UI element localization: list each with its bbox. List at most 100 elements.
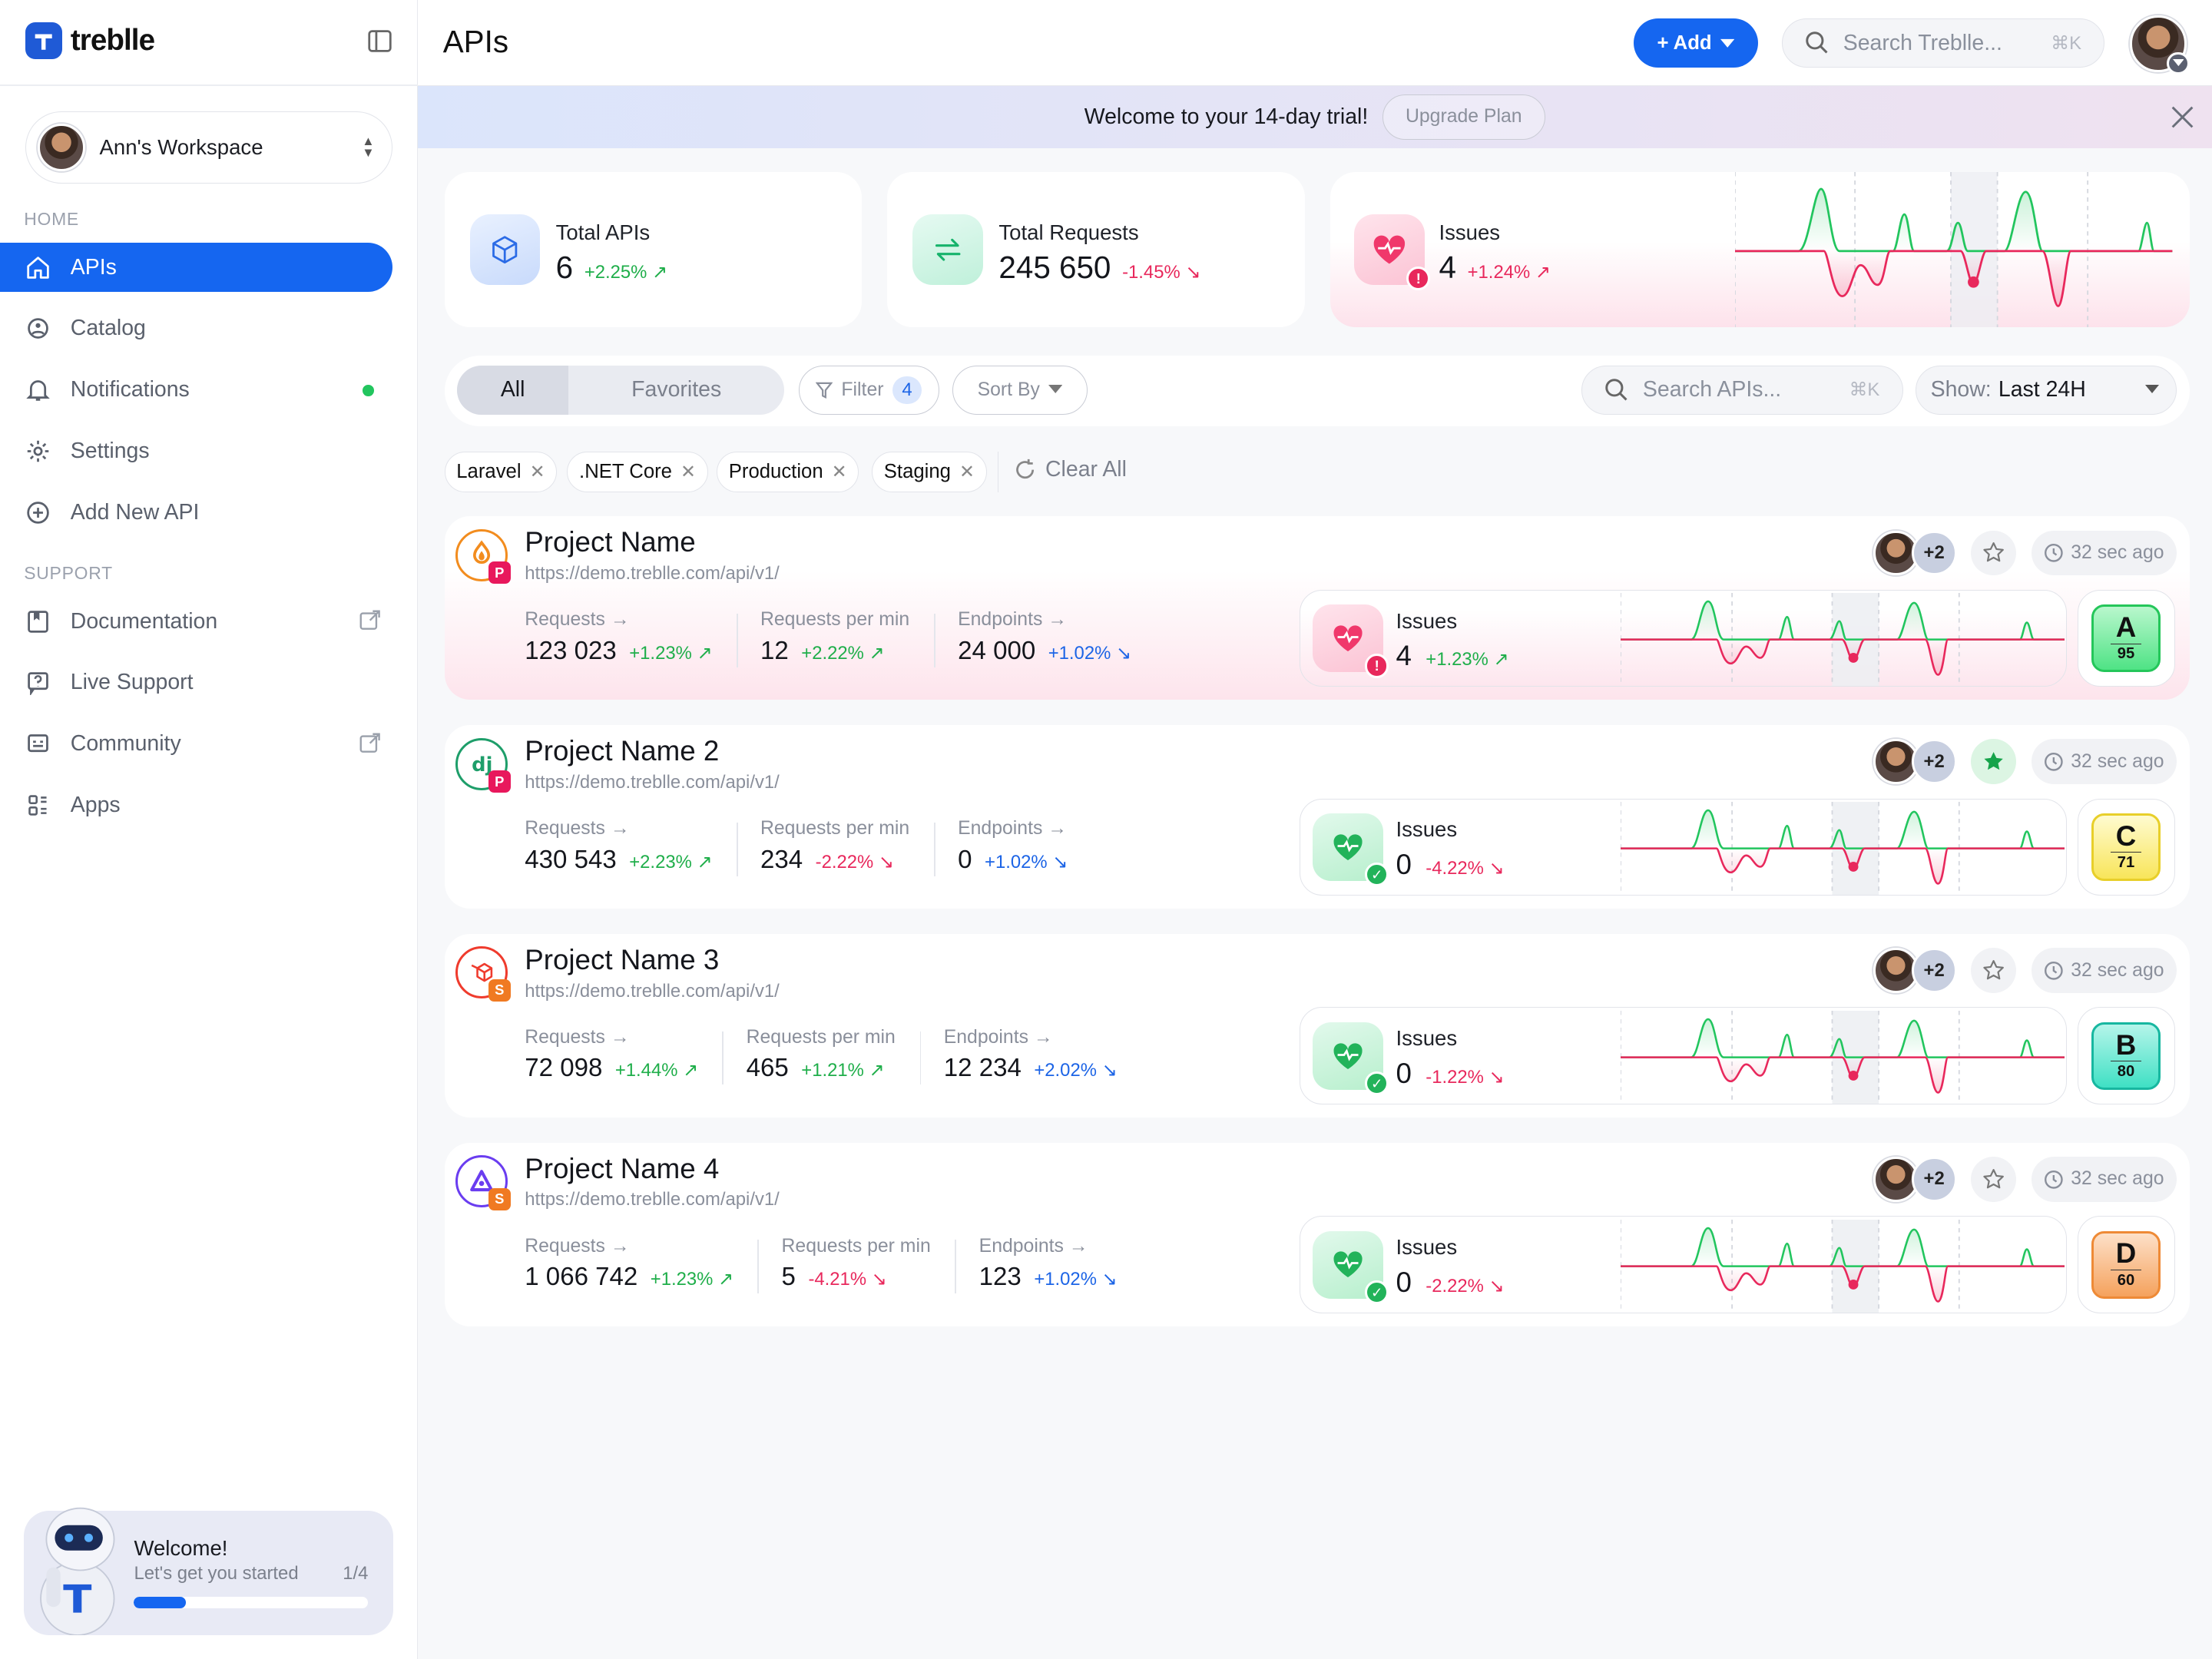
metric-label: Requests per min <box>760 609 910 631</box>
section-title-support: SUPPORT <box>24 562 113 583</box>
filter-tag[interactable]: .NET Core ✕ <box>567 451 708 492</box>
metric-endpoints[interactable]: Endpoints → 123 +1.02% ↘ <box>979 1236 1118 1292</box>
issues-sparkline <box>1620 1219 2065 1313</box>
issues-delta: -1.22% ↘ <box>1426 1066 1505 1088</box>
collaborators[interactable]: +2 <box>1873 739 1957 785</box>
metric-divider <box>736 822 738 876</box>
time-range-select[interactable]: Show: Last 24H <box>1916 365 2177 415</box>
metric-value: 123 <box>979 1263 1022 1292</box>
close-icon[interactable] <box>2170 104 2195 130</box>
filter-tag[interactable]: Staging ✕ <box>872 451 987 492</box>
chevron-updown-icon: ▲ ▼ <box>362 134 375 160</box>
metric-label: Requests → <box>525 818 630 839</box>
api-project-card[interactable]: P Project Name https://demo.treblle.com/… <box>444 516 2190 700</box>
sidebar-item-notifications[interactable]: Notifications <box>0 366 392 415</box>
metric-delta: +1.21% ↗ <box>801 1060 885 1081</box>
issues-panel[interactable]: ! Issues 4 +1.23% ↗ <box>1299 589 2067 687</box>
metric-delta: +2.22% ↗ <box>801 642 885 664</box>
metric-endpoints[interactable]: Endpoints → 24 000 +1.02% ↘ <box>958 609 1131 665</box>
metric-endpoints[interactable]: Endpoints → 0 +1.02% ↘ <box>958 818 1068 874</box>
issues-delta: +1.23% ↗ <box>1426 649 1509 671</box>
sidebar-item-live-support[interactable]: Live Support <box>0 658 392 707</box>
onboarding-card[interactable]: Welcome! Let's get you started 1/4 <box>24 1507 394 1635</box>
clock-icon <box>2045 544 2064 562</box>
project-name[interactable]: Project Name 4 <box>525 1153 719 1185</box>
api-search-input[interactable]: Search APIs... ⌘K <box>1581 365 1903 415</box>
remove-tag-icon[interactable]: ✕ <box>959 461 975 483</box>
treblle-logo[interactable]: treblle <box>25 22 155 60</box>
metric-value: 5 <box>781 1263 796 1292</box>
tab-favorites[interactable]: Favorites <box>568 366 784 415</box>
filter-tag[interactable]: Laravel ✕ <box>444 451 558 492</box>
favorite-star-icon[interactable] <box>1970 739 2016 785</box>
workspace-switcher[interactable]: Ann's Workspace ▲ ▼ <box>25 111 392 184</box>
sidebar-item-apis[interactable]: APIs <box>0 242 392 293</box>
last-updated: 32 sec ago <box>2031 1157 2177 1202</box>
user-avatar-button[interactable] <box>2130 15 2190 75</box>
onboarding-step: 1/4 <box>343 1563 369 1584</box>
project-name[interactable]: Project Name 3 <box>525 944 719 976</box>
metric-delta: +1.02% ↘ <box>1048 642 1131 664</box>
add-button[interactable]: + Add <box>1633 18 1758 68</box>
api-project-card[interactable]: S Project Name 4 https://demo.treblle.co… <box>444 1142 2190 1326</box>
metric-label: Requests per min <box>781 1235 931 1257</box>
metric-requests[interactable]: Requests → 430 543 +2.23% ↗ <box>525 818 712 874</box>
treblle-logo-icon <box>25 22 62 60</box>
sidebar-item-documentation[interactable]: Documentation <box>0 597 392 646</box>
api-score-panel[interactable]: D 60 <box>2078 1216 2176 1313</box>
filter-tag[interactable]: Production ✕ <box>717 451 859 492</box>
clear-all-button[interactable]: Clear All <box>1013 457 1127 482</box>
favorite-star-icon[interactable] <box>1970 948 2016 994</box>
api-score-panel[interactable]: B 80 <box>2078 1007 2176 1105</box>
upgrade-plan-button[interactable]: Upgrade Plan <box>1382 94 1545 140</box>
sidebar-item-apps[interactable]: Apps <box>0 781 392 830</box>
stat-label: Total APIs <box>555 220 651 244</box>
api-project-card[interactable]: S Project Name 3 https://demo.treblle.co… <box>444 933 2190 1118</box>
sort-by-button[interactable]: Sort By <box>952 365 1088 415</box>
project-name[interactable]: Project Name <box>525 526 695 558</box>
last-updated: 32 sec ago <box>2031 948 2177 994</box>
issues-value: 0 <box>1396 1057 1412 1089</box>
remove-tag-icon[interactable]: ✕ <box>680 461 696 483</box>
project-name[interactable]: Project Name 2 <box>525 735 719 767</box>
metric-delta: +1.44% ↗ <box>614 1060 699 1081</box>
sidebar-item-add-new-api[interactable]: Add New API <box>0 488 392 538</box>
issues-panel[interactable]: ✓ Issues 0 -2.22% ↘ <box>1299 1216 2067 1313</box>
filter-button[interactable]: Filter 4 <box>798 365 940 415</box>
issues-panel[interactable]: ✓ Issues 0 -1.22% ↘ <box>1299 1007 2067 1105</box>
metric-value: 234 <box>760 845 803 874</box>
metric-endpoints[interactable]: Endpoints → 12 234 +2.02% ↘ <box>944 1027 1118 1083</box>
collaborators[interactable]: +2 <box>1873 1157 1957 1202</box>
book-icon <box>25 609 51 634</box>
sidebar-item-label: APIs <box>70 254 117 280</box>
collaborators[interactable]: +2 <box>1873 948 1957 994</box>
api-score-panel[interactable]: C 71 <box>2078 798 2176 896</box>
sidebar-item-community[interactable]: Community <box>0 720 392 769</box>
tab-all[interactable]: All <box>457 365 569 415</box>
time-range-label: Show: <box>1930 377 1992 402</box>
api-score-panel[interactable]: A 95 <box>2078 589 2176 687</box>
sidebar-item-settings[interactable]: Settings <box>0 427 392 476</box>
environment-badge: S <box>488 1187 511 1210</box>
metric-divider <box>933 822 935 876</box>
metric-label: Endpoints → <box>958 609 1068 631</box>
grade-score: 80 <box>2110 1061 2142 1081</box>
sidebar-collapse-icon[interactable] <box>367 28 392 54</box>
metric-requests[interactable]: Requests → 1 066 742 +1.23% ↗ <box>525 1236 733 1292</box>
favorite-star-icon[interactable] <box>1970 530 2016 576</box>
remove-tag-icon[interactable]: ✕ <box>530 461 545 483</box>
metric-divider <box>722 1031 724 1085</box>
last-updated: 32 sec ago <box>2031 739 2177 785</box>
collaborators[interactable]: +2 <box>1873 530 1957 576</box>
api-project-card[interactable]: dj P Project Name 2 https://demo.treblle… <box>444 725 2190 909</box>
more-collaborators-badge: +2 <box>1911 739 1957 785</box>
issues-panel[interactable]: ✓ Issues 0 -4.22% ↘ <box>1299 798 2067 896</box>
sidebar-item-catalog[interactable]: Catalog <box>0 304 392 353</box>
metric-value: 430 543 <box>525 845 617 874</box>
remove-tag-icon[interactable]: ✕ <box>832 461 847 483</box>
metric-requests[interactable]: Requests → 72 098 +1.44% ↗ <box>525 1027 698 1083</box>
metric-requests[interactable]: Requests → 123 023 +1.23% ↗ <box>525 609 712 665</box>
issues-delta: -2.22% ↘ <box>1426 1275 1505 1296</box>
global-search[interactable]: Search Treblle... ⌘K <box>1781 18 2105 68</box>
favorite-star-icon[interactable] <box>1970 1157 2016 1202</box>
